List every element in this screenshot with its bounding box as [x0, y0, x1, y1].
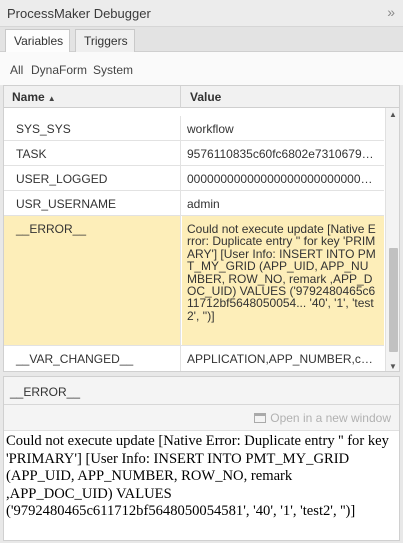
table-row[interactable]: USER_LOGGED 0000000000000000000000000000…: [4, 166, 384, 191]
table-row[interactable]: USR_USERNAME admin: [4, 191, 384, 216]
grid-rows: SYS_SYS workflow TASK 9576110835c60fc680…: [4, 108, 384, 371]
scroll-thumb[interactable]: [389, 248, 398, 352]
filter-all[interactable]: All: [10, 63, 23, 77]
table-row[interactable]: __VAR_CHANGED__ APPLICATION,APP_NUMBER,c…: [4, 346, 384, 371]
filter-system[interactable]: System: [93, 63, 133, 77]
column-value-label: Value: [190, 90, 222, 104]
double-chevron-right-icon[interactable]: »: [387, 4, 395, 20]
variable-value: 9576110835c60fc6802e7310679363...: [187, 147, 384, 161]
scroll-up-arrow-icon[interactable]: ▲: [389, 110, 397, 119]
variable-value: admin: [187, 197, 220, 211]
variable-value: APPLICATION,APP_NUMBER,contrac...: [187, 352, 384, 366]
grid-header: Name ▲ Value: [4, 86, 399, 108]
open-new-window-button[interactable]: Open in a new window: [254, 411, 391, 425]
detail-panel: __ERROR__ Open in a new window Could not…: [3, 376, 400, 541]
column-header-name[interactable]: Name ▲: [4, 86, 181, 108]
variable-name: __ERROR__: [4, 216, 181, 345]
panel-title: ProcessMaker Debugger: [7, 6, 151, 21]
tab-bar: Variables Triggers: [0, 27, 403, 53]
grid-scrollbar[interactable]: ▲ ▼: [385, 108, 399, 371]
variable-name: USR_USERNAME: [4, 191, 181, 215]
variable-name: __VAR_CHANGED__: [4, 346, 181, 371]
variable-name: TASK: [4, 141, 181, 165]
column-name-label: Name: [12, 90, 45, 104]
table-row[interactable]: TASK 9576110835c60fc6802e7310679363...: [4, 141, 384, 166]
variable-value: 00000000000000000000000000000...: [187, 172, 384, 186]
scroll-down-arrow-icon[interactable]: ▼: [389, 362, 397, 371]
variable-name: SYS_SYS: [4, 116, 181, 140]
filter-bar: All DynaForm System: [0, 52, 403, 85]
window-icon: [254, 413, 267, 423]
variables-grid: Name ▲ Value SYS_SYS workflow TASK 957611…: [3, 85, 400, 372]
sort-ascending-icon: ▲: [47, 94, 56, 103]
debugger-header: ProcessMaker Debugger »: [0, 0, 403, 27]
detail-content: Could not execute update [Native Error: …: [6, 433, 389, 519]
variable-value: workflow: [187, 122, 234, 136]
tab-variables[interactable]: Variables: [5, 29, 70, 53]
open-new-window-label: Open in a new window: [270, 411, 391, 425]
table-row[interactable]: SYS_SYS workflow: [4, 116, 384, 141]
detail-title: __ERROR__: [4, 377, 399, 405]
column-header-value[interactable]: Value: [182, 86, 399, 108]
detail-toolbar: Open in a new window: [4, 405, 399, 431]
variable-name: USER_LOGGED: [4, 166, 181, 190]
table-row-selected[interactable]: __ERROR__ Could not execute update [Nati…: [4, 216, 384, 346]
variable-value: Could not execute update [Native Error: …: [182, 216, 384, 345]
tab-triggers[interactable]: Triggers: [75, 29, 135, 52]
filter-dynaform[interactable]: DynaForm: [31, 63, 87, 77]
